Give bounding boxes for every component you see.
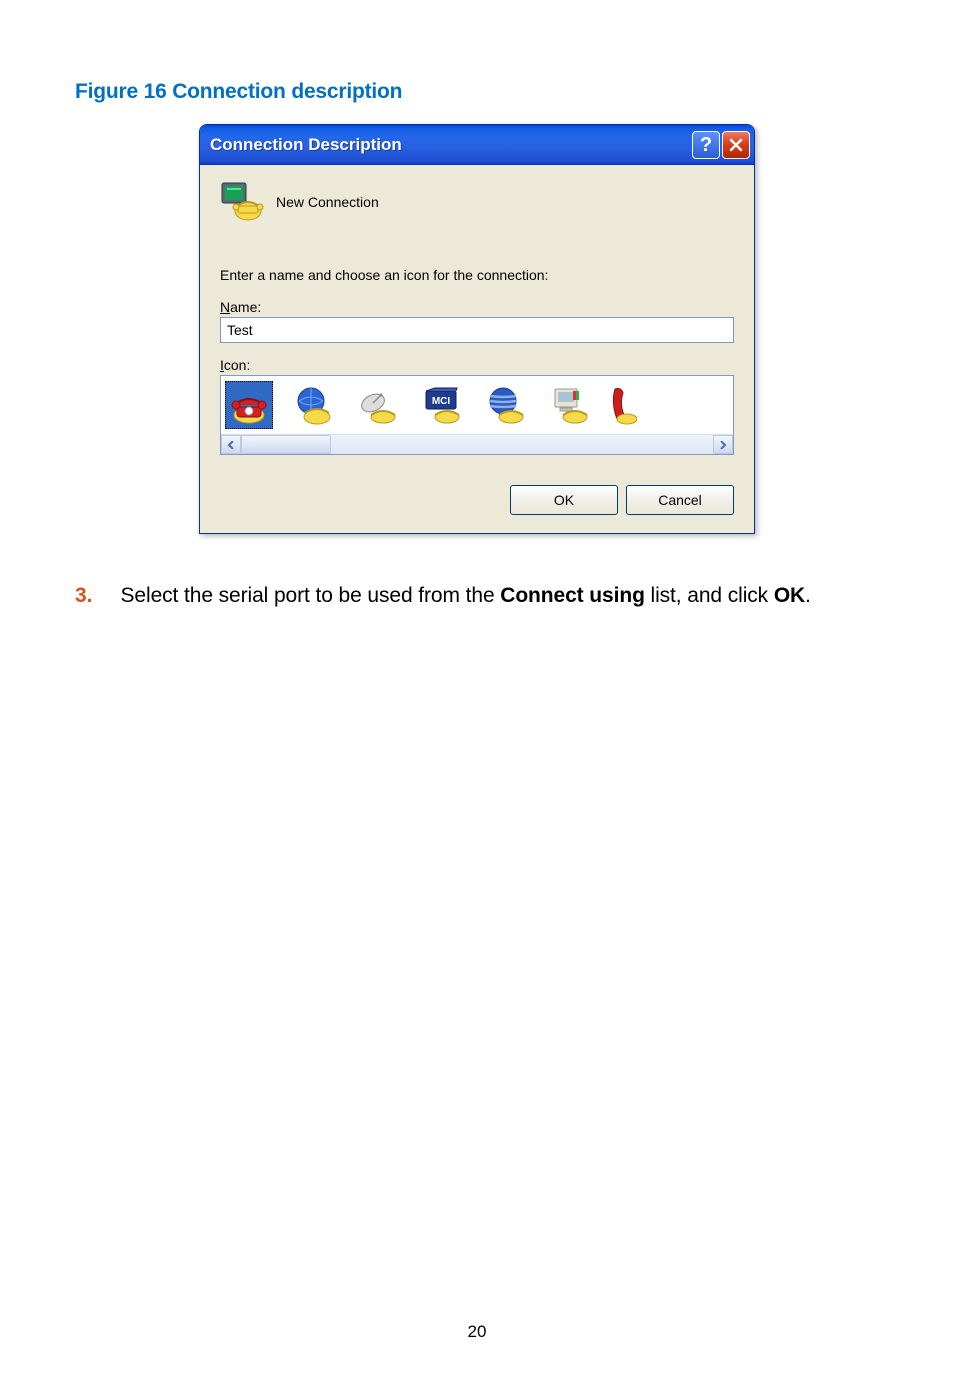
scroll-right-button[interactable] <box>713 435 733 454</box>
dialog-titlebar[interactable]: Connection Description ? <box>200 125 754 165</box>
cancel-button[interactable]: Cancel <box>626 485 734 515</box>
icon-option-globe-phone[interactable] <box>289 381 337 429</box>
step-text: Select the serial port to be used from t… <box>121 584 811 608</box>
help-button[interactable]: ? <box>692 131 720 159</box>
name-input[interactable] <box>220 317 734 343</box>
icon-scrollbar[interactable] <box>221 434 733 454</box>
instruction-step: 3. Select the serial port to be used fro… <box>75 584 879 608</box>
icon-picker[interactable]: MCI <box>220 375 734 455</box>
close-button[interactable] <box>722 131 750 159</box>
scroll-left-button[interactable] <box>221 435 241 454</box>
icon-option-handset[interactable] <box>609 381 637 429</box>
dialog-title: Connection Description <box>210 135 692 155</box>
icon-option-att-globe[interactable] <box>481 381 529 429</box>
icon-option-satellite[interactable] <box>353 381 401 429</box>
icon-label: Icon: <box>220 357 734 373</box>
satellite-dish-icon <box>357 385 397 425</box>
chevron-left-icon <box>227 441 235 449</box>
help-icon: ? <box>700 135 712 155</box>
scroll-thumb[interactable] <box>241 435 331 454</box>
globe-phone-icon <box>293 385 333 425</box>
svg-text:MCI: MCI <box>432 396 451 407</box>
icon-option-red-phone[interactable] <box>225 381 273 429</box>
new-connection-icon <box>220 181 266 223</box>
icon-option-computer[interactable] <box>545 381 593 429</box>
new-connection-label: New Connection <box>276 194 379 210</box>
page-number: 20 <box>0 1322 954 1342</box>
dialog-body: New Connection Enter a name and choose a… <box>200 165 754 533</box>
name-label: Name: <box>220 299 734 315</box>
red-phone-icon <box>229 385 269 425</box>
connection-description-dialog: Connection Description ? <box>199 124 755 534</box>
figure-caption: Figure 16 Connection description <box>75 80 879 104</box>
close-icon <box>728 137 744 153</box>
step-number: 3. <box>75 584 93 608</box>
computer-icon <box>549 385 589 425</box>
chevron-right-icon <box>719 441 727 449</box>
phone-handset-icon <box>609 385 637 425</box>
att-globe-icon <box>485 385 525 425</box>
icon-option-mci[interactable]: MCI <box>417 381 465 429</box>
ok-button[interactable]: OK <box>510 485 618 515</box>
mci-icon: MCI <box>421 385 461 425</box>
dialog-prompt: Enter a name and choose an icon for the … <box>220 267 734 283</box>
